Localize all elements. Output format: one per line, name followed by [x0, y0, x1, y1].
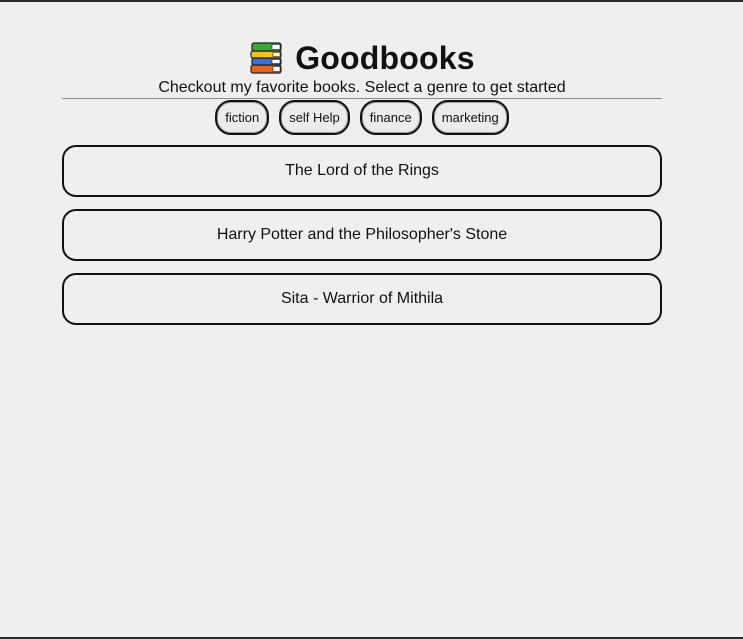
book-title: The Lord of the Rings — [285, 162, 439, 179]
book-card[interactable]: Harry Potter and the Philosopher's Stone — [62, 209, 662, 261]
book-title: Harry Potter and the Philosopher's Stone — [216, 226, 508, 243]
page-subtitle: Checkout my favorite books. Select a gen… — [158, 79, 566, 96]
page-title: Goodbooks — [295, 40, 475, 76]
title-row: Goodbooks — [62, 40, 662, 76]
genre-button-finance[interactable]: finance — [359, 100, 422, 135]
genre-button-fiction[interactable]: fiction — [215, 100, 270, 135]
book-list: The Lord of the Rings Harry Potter and t… — [62, 145, 662, 325]
header: Goodbooks Checkout my favorite books. Se… — [62, 40, 662, 98]
book-card[interactable]: Sita - Warrior of Mithila — [62, 273, 662, 325]
app-container: Goodbooks Checkout my favorite books. Se… — [62, 40, 662, 337]
books-icon — [249, 41, 283, 75]
book-title: Sita - Warrior of Mithila — [280, 290, 444, 307]
genre-button-marketing[interactable]: marketing — [431, 100, 509, 135]
header-divider — [62, 98, 662, 99]
genre-button-self-help[interactable]: self Help — [279, 100, 350, 135]
genre-button-group: fiction self Help finance marketing — [62, 100, 662, 135]
book-card[interactable]: The Lord of the Rings — [62, 145, 662, 197]
